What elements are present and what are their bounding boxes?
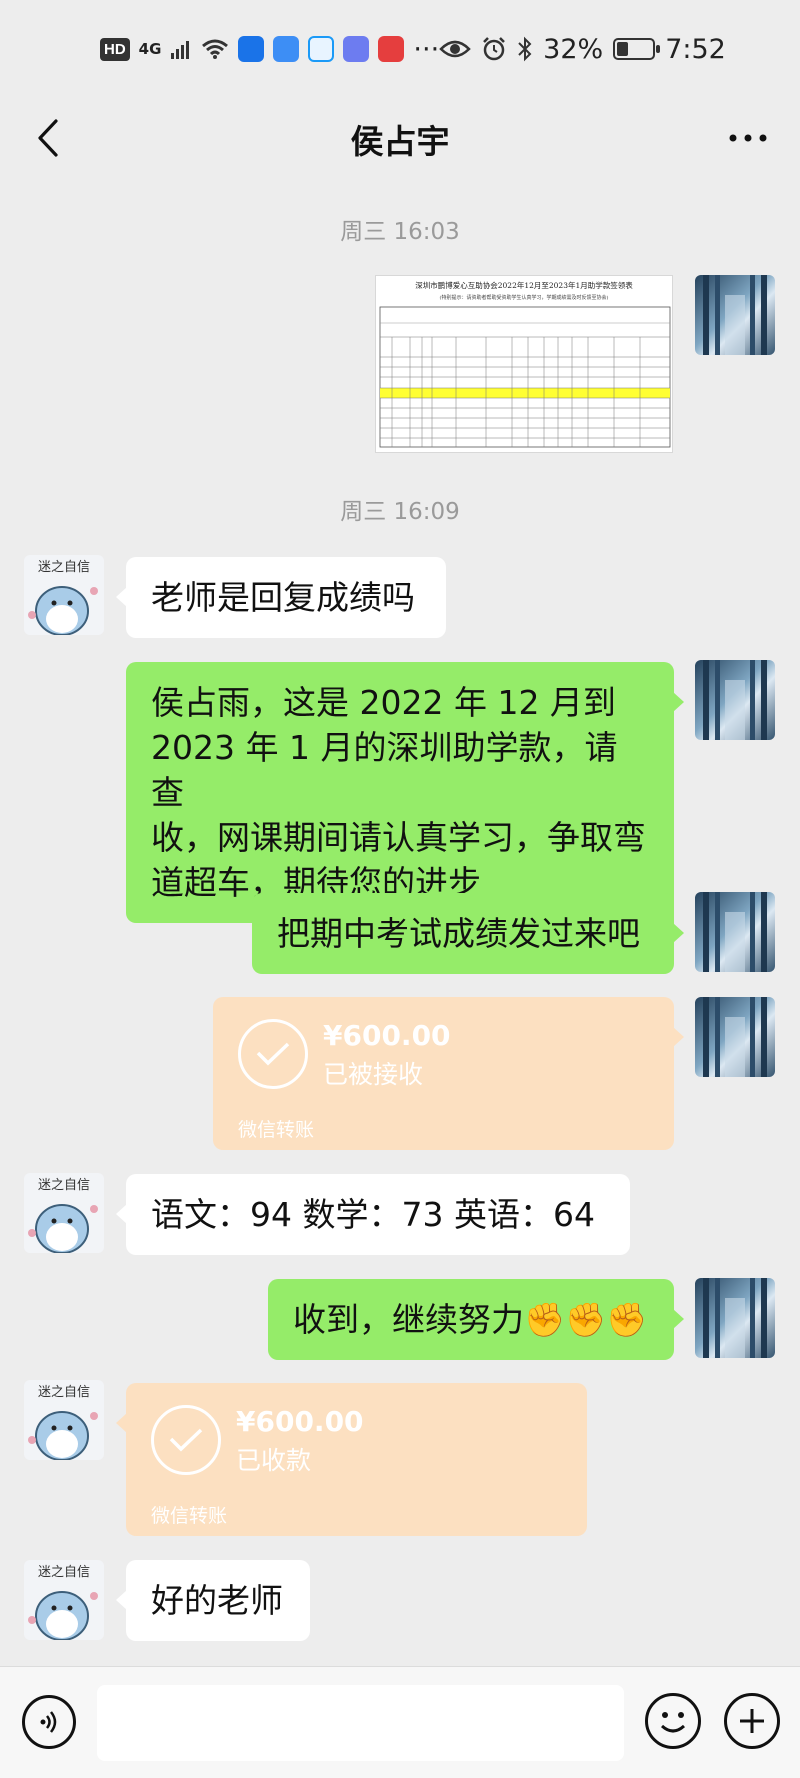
book-app-icon [378, 36, 405, 62]
message-line: 收，网课期间请认真学习，争取弯 [151, 818, 646, 857]
emoji-icon [660, 1712, 686, 1733]
document-image[interactable]: 深圳市鹏博爱心互助协会2022年12月至2023年1月助学款签领表 (特别提示：… [375, 275, 673, 453]
building-icon [703, 1278, 767, 1358]
back-button[interactable] [22, 112, 74, 164]
message-text: 好的老师 [151, 1581, 283, 1620]
transfer-footer: 微信转账 [238, 1119, 315, 1141]
self-avatar[interactable] [695, 892, 775, 972]
more-dots-icon [729, 134, 767, 142]
building-icon [703, 275, 767, 355]
document-table [379, 306, 671, 448]
message-text: 收到，继续努力✊✊✊ [293, 1300, 648, 1339]
message-text: 语文：94 数学：73 英语：64 [151, 1195, 595, 1234]
message-received[interactable]: 语文：94 数学：73 英语：64 [116, 1174, 630, 1255]
status-left: HD 4G ··· [100, 34, 439, 65]
transfer-amount: ¥600.00 [323, 1019, 451, 1052]
message-sent[interactable]: 收到，继续努力✊✊✊ [268, 1279, 684, 1360]
self-avatar[interactable] [695, 275, 775, 355]
chat-title: 侯占宇 [350, 122, 450, 161]
message-sent[interactable]: 侯占雨，这是 2022 年 12 月到 2023 年 1 月的深圳助学款，请查 … [126, 662, 684, 923]
chevron-left-icon [38, 119, 58, 157]
check-circle-icon [238, 1019, 308, 1089]
status-bar: HD 4G ··· 32% 7:52 [0, 0, 800, 98]
message-line: 侯占雨，这是 2022 年 12 月到 [151, 683, 616, 722]
battery-icon [613, 38, 661, 60]
more-notifications: ··· [413, 33, 440, 65]
cloud-app-icon [273, 36, 300, 62]
svg-text:迷之自信: 迷之自信 [38, 1178, 90, 1193]
wifi-icon [202, 39, 229, 59]
transfer-status: 已收款 [236, 1446, 312, 1475]
plus-button[interactable] [724, 1693, 780, 1749]
voice-button[interactable] [22, 1695, 76, 1749]
document-subtitle: (特别提示：请资助者帮助受资助学生认真学习，学期成绩需及时反馈至协会) [439, 295, 609, 301]
svg-text:迷之自信: 迷之自信 [38, 1565, 90, 1580]
check-circle-icon [151, 1405, 221, 1475]
message-input[interactable] [97, 1685, 624, 1761]
hd-badge: HD [100, 37, 130, 61]
svg-text:迷之自信: 迷之自信 [38, 560, 90, 575]
building-icon [703, 892, 767, 972]
message-text: 把期中考试成绩发过来吧 [277, 914, 640, 953]
timestamp: 周三 16:03 [340, 219, 460, 245]
dolphin-sticker-icon: 迷之自信 [28, 1178, 98, 1253]
bulb-app-icon [238, 36, 265, 62]
bluetooth-icon [518, 36, 532, 62]
self-avatar[interactable] [695, 1278, 775, 1358]
transfer-card[interactable]: ¥600.00 已被接收 微信转账 [213, 997, 684, 1150]
message-received[interactable]: 老师是回复成绩吗 [116, 557, 446, 638]
transfer-status: 已被接收 [323, 1060, 424, 1089]
music-app-icon [343, 36, 370, 62]
transfer-amount: ¥600.00 [236, 1405, 364, 1438]
input-bar [0, 1666, 800, 1778]
contact-avatar[interactable]: 迷之自信 [24, 555, 104, 635]
network-type: 4G [138, 40, 162, 58]
voice-icon [40, 1711, 57, 1733]
signal-icon [171, 41, 190, 59]
message-received[interactable]: 好的老师 [116, 1560, 310, 1641]
transfer-footer: 微信转账 [151, 1505, 228, 1527]
dolphin-sticker-icon: 迷之自信 [28, 560, 98, 635]
chat-header: 侯占宇 [0, 98, 800, 180]
clock: 7:52 [665, 33, 726, 65]
self-avatar[interactable] [695, 997, 775, 1077]
dolphin-sticker-icon: 迷之自信 [28, 1385, 98, 1460]
message-sent[interactable]: 把期中考试成绩发过来吧 [252, 893, 684, 974]
timestamp: 周三 16:09 [340, 499, 460, 525]
message-line: 2023 年 1 月的深圳助学款，请查 [151, 728, 618, 812]
self-avatar[interactable] [695, 660, 775, 740]
contact-avatar[interactable]: 迷之自信 [24, 1560, 104, 1640]
eye-icon [439, 40, 471, 58]
document-title: 深圳市鹏博爱心互助协会2022年12月至2023年1月助学款签领表 [415, 281, 633, 290]
building-icon [703, 660, 767, 740]
alarm-icon [483, 37, 506, 61]
battery-percent: 32% [543, 33, 604, 65]
dolphin-sticker-icon: 迷之自信 [28, 1565, 98, 1640]
contact-avatar[interactable]: 迷之自信 [24, 1380, 104, 1460]
svg-text:迷之自信: 迷之自信 [38, 1385, 90, 1400]
plus-icon [740, 1709, 764, 1733]
contact-avatar[interactable]: 迷之自信 [24, 1173, 104, 1253]
emoji-button[interactable] [645, 1693, 701, 1749]
building-icon [703, 997, 767, 1077]
status-right: 32% 7:52 [439, 34, 726, 65]
more-button[interactable] [718, 112, 778, 164]
message-text: 老师是回复成绩吗 [151, 578, 415, 617]
chat-app-icon [308, 36, 335, 62]
transfer-card[interactable]: ¥600.00 已收款 微信转账 [116, 1383, 587, 1536]
